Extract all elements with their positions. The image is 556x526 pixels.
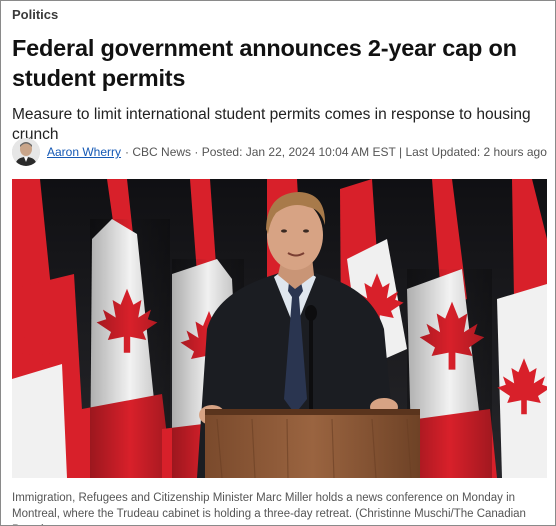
byline-posted: Posted: Jan 22, 2024 10:04 AM EST [201,145,396,159]
article-card: Politics Federal government announces 2-… [0,0,556,526]
byline: Aaron Wherry · CBC News · Posted: Jan 22… [12,137,547,167]
byline-outlet: · CBC News · [125,145,199,159]
lead-photo-image [12,179,547,478]
flag-left-2 [82,179,172,478]
headline: Federal government announces 2-year cap … [12,35,517,91]
author-avatar[interactable] [12,138,40,166]
photo-caption: Immigration, Refugees and Citizenship Mi… [12,492,526,525]
byline-meta: · CBC News · Posted: Jan 22, 2024 10:04 … [125,145,547,159]
byline-separator: | [398,145,403,159]
podium [205,409,420,478]
section-link[interactable]: Politics [12,7,58,22]
lead-photo[interactable] [12,179,547,478]
author-link[interactable]: Aaron Wherry [47,145,121,159]
author-avatar-image [12,138,40,166]
byline-updated: Last Updated: 2 hours ago [405,145,547,159]
